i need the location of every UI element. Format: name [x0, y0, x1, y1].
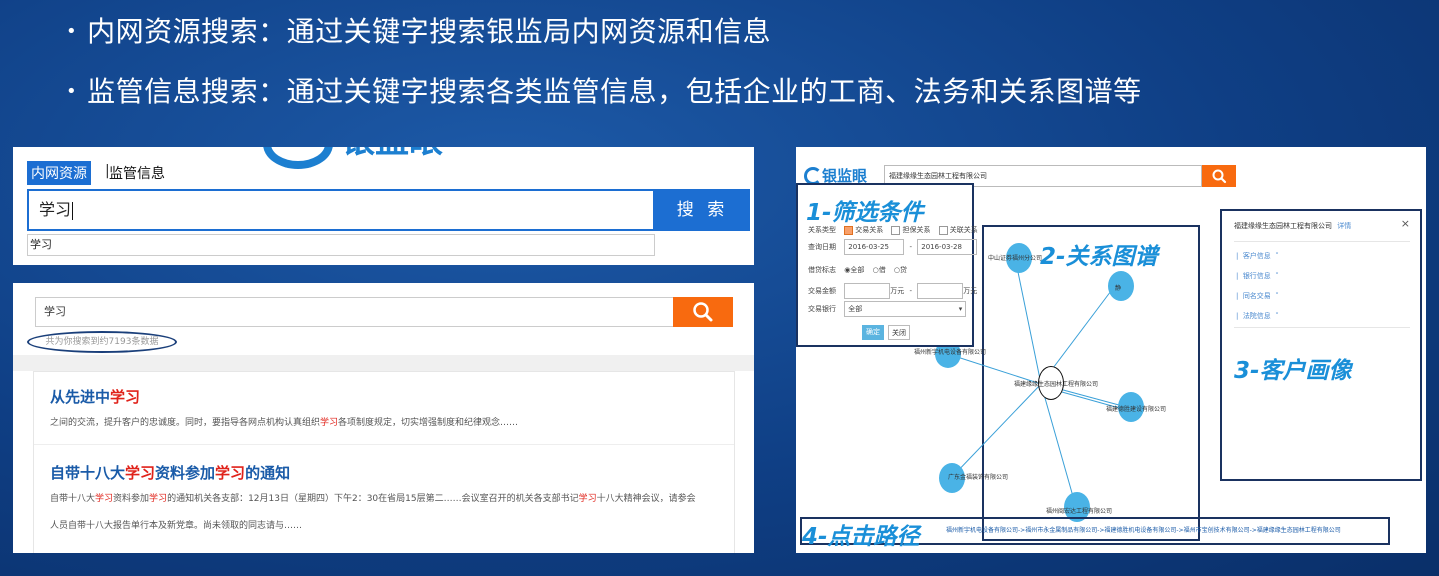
- confirm-button[interactable]: 确定: [862, 325, 884, 340]
- result-snippet: 之间的交流，提升客户的忠诚度。同时，要指导各网点机构认真组织学习各项制度规定，切…: [50, 418, 519, 428]
- bullet-list: • 内网资源搜索：通过关键字搜索银监局内网资源和信息 • 监管信息搜索：通过关键字搜…: [66, 4, 1142, 124]
- graph-node-label: 福州闽宏达工程有限公司: [1046, 508, 1113, 515]
- result-list: 从先进中学习 之间的交流，提升客户的忠诚度。同时，要指导各网点机构认真组织学习各…: [33, 371, 735, 553]
- divider-bar: [13, 355, 754, 371]
- checkbox-related[interactable]: [938, 225, 948, 235]
- graph-node-label: 静: [1115, 285, 1122, 292]
- bullet-item: • 监管信息搜索：通过关键字搜索各类监管信息，包括企业的工商、法务和关系图谱等: [66, 75, 1142, 108]
- detail-link[interactable]: 详情: [1337, 222, 1351, 230]
- chevron-down-icon: ▾: [958, 305, 963, 313]
- customer-item-info[interactable]: | 客户信息 ˅: [1236, 251, 1279, 261]
- yinjianyan-logo: 银监眼: [263, 147, 493, 169]
- click-path-text[interactable]: 福州新宇机电设备有限公司->福州市永金属制品有限公司->福建德胜机电设备有限公司…: [946, 525, 1341, 534]
- date-from-input[interactable]: 2016-03-25: [844, 239, 905, 255]
- customer-profile-panel: 福建缘缘生态园林工程有限公司 详情 × | 客户信息 ˅ | 银行信息 ˅ | …: [1220, 209, 1422, 481]
- tab-supervision-info[interactable]: 监管信息: [109, 163, 165, 183]
- customer-item-court[interactable]: | 法院信息 ˅: [1236, 311, 1279, 321]
- result-item: 从先进中学习 之间的交流，提升客户的忠诚度。同时，要指导各网点机构认真组织学习各…: [50, 386, 518, 428]
- graph-node-label: 福州新宇机电设备有限公司: [914, 349, 987, 356]
- graph-node-label: 中山证券福州分公司: [988, 255, 1043, 262]
- chevron-down-icon: ˅: [1275, 252, 1279, 260]
- search-input[interactable]: 学习: [35, 297, 675, 327]
- graph-edge: [951, 383, 1042, 478]
- label-relationship-graph: 2-关系图谱: [1040, 244, 1158, 270]
- chevron-down-icon: ˅: [1275, 272, 1279, 280]
- graph-node-label: 广东金福装饰有限公司: [948, 474, 1009, 481]
- result-snippet-line2: 人员自带十八大报告单行本及新党章。尚未领取的同志请与……: [50, 521, 303, 531]
- close-icon[interactable]: ×: [1401, 217, 1410, 230]
- result-divider: [34, 444, 734, 445]
- result-title-link[interactable]: 从先进中学习: [50, 386, 518, 407]
- customer-title: 福建缘缘生态园林工程有限公司: [1234, 222, 1332, 230]
- search-button[interactable]: 搜 索: [655, 189, 750, 231]
- graph-edge: [1017, 271, 1042, 385]
- search-input[interactable]: 学习: [27, 189, 655, 231]
- close-button[interactable]: 关闭: [888, 325, 910, 340]
- bullet-item: • 内网资源搜索：通过关键字搜索银监局内网资源和信息: [66, 15, 772, 48]
- tab-intranet-resources[interactable]: 内网资源: [27, 161, 91, 185]
- label-click-path: 4-点击路径: [802, 524, 920, 550]
- filter-bank-row: 交易银行 全部 ▾: [808, 301, 967, 317]
- search-results-panel: 学习 共为你搜索到约7193条数据 从先进中学习 之间的交流，提升客户的忠诚度。…: [13, 283, 754, 553]
- search-icon: [693, 302, 713, 322]
- graph-node-label: 福建缘缘生态园林工程有限公司: [1014, 381, 1099, 388]
- graph-edge: [1040, 383, 1077, 508]
- amount-min-input[interactable]: [844, 283, 891, 299]
- customer-item-bank[interactable]: | 银行信息 ˅: [1236, 271, 1279, 281]
- result-item: 自带十八大学习资料参加学习的通知 自带十八大学习资料参加学习的通知机关各支部：1…: [50, 462, 696, 531]
- text-cursor: [72, 201, 74, 220]
- result-count: 共为你搜索到约7193条数据: [27, 331, 177, 353]
- filter-amount-row: 交易金额 万元 - 万元: [808, 283, 977, 299]
- logo-swirl-icon: [263, 147, 333, 169]
- relationship-graph-panel: 银监眼 福建缘缘生态园林工程有限公司 中山证券福州分公司 静 福州新宇机电设备有…: [796, 147, 1426, 553]
- search-suggestion-item[interactable]: 学习: [27, 234, 655, 256]
- search-button[interactable]: [673, 297, 733, 327]
- label-customer-profile: 3-客户画像: [1234, 358, 1352, 384]
- customer-item-trades[interactable]: | 同名交易 ˅: [1236, 291, 1279, 301]
- filter-mark-row: 借贷标志 ◉全部 ○借 ○贷: [808, 266, 908, 274]
- chevron-down-icon: ˅: [1275, 312, 1279, 320]
- graph-node-label: 福建德胜建设有限公司: [1106, 406, 1167, 413]
- result-title-link[interactable]: 自带十八大学习资料参加学习的通知: [50, 462, 696, 483]
- intranet-search-panel: 银监眼 内网资源 | 监管信息 学习 搜 索 学习: [13, 147, 754, 265]
- chevron-down-icon: ˅: [1275, 292, 1279, 300]
- result-snippet: 自带十八大学习资料参加学习的通知机关各支部：12月13日（星期四）下午2：30在…: [50, 494, 696, 504]
- date-to-input[interactable]: 2016-03-28: [917, 239, 978, 255]
- filter-date-row: 查询日期 2016-03-25 - 2016-03-28: [808, 239, 978, 255]
- amount-max-input[interactable]: [917, 283, 964, 299]
- bank-select[interactable]: 全部 ▾: [844, 301, 967, 317]
- label-filter-conditions: 1-筛选条件: [806, 200, 924, 226]
